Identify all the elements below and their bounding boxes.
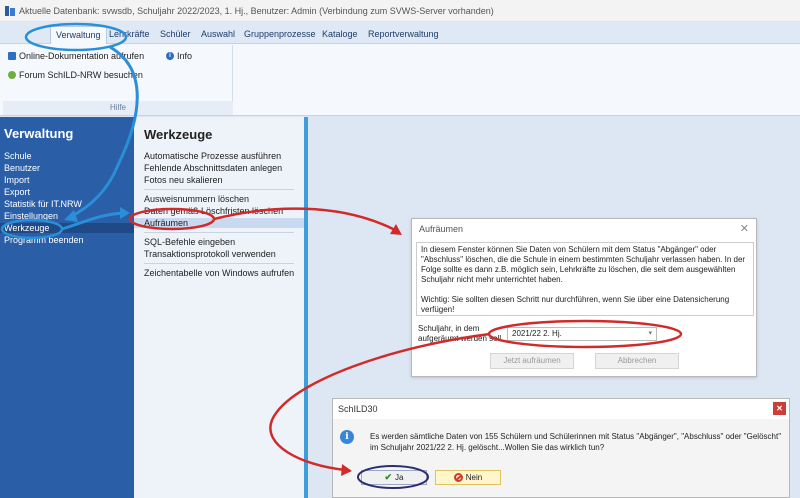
nein-button[interactable]: Nein	[435, 470, 501, 485]
cleanup-description-text: In diesem Fenster können Sie Daten von S…	[421, 245, 746, 284]
left-nav-title: Verwaltung	[4, 126, 74, 141]
tab-lehrkraefte[interactable]: Lehrkräfte	[104, 26, 155, 44]
abbrechen-button[interactable]: Abbrechen	[595, 353, 679, 369]
tool-ausweisnummern-loeschen[interactable]: Ausweisnummern löschen	[144, 194, 249, 204]
nav-item-import[interactable]: Import	[4, 175, 30, 185]
tools-title: Werkzeuge	[144, 127, 213, 142]
window-title: Aktuelle Datenbank: svwsdb, Schuljahr 20…	[19, 5, 494, 16]
tools-panel: Werkzeuge Automatische Prozesse ausführe…	[134, 117, 304, 498]
window-titlebar: Aktuelle Datenbank: svwsdb, Schuljahr 20…	[0, 0, 800, 22]
tab-kataloge[interactable]: Kataloge	[317, 26, 363, 44]
checkmark-icon: ✔	[384, 472, 393, 482]
ribbon-panel: Online-Dokumentation aufrufen i Info For…	[0, 44, 800, 116]
cleanup-warning-text: Wichtig: Sie sollten diesen Schritt nur …	[421, 295, 730, 314]
ribbon-tabs: Verwaltung Lehrkräfte Schüler Auswahl Gr…	[0, 22, 800, 44]
tool-transaktionsprotokoll[interactable]: Transaktionsprotokoll verwenden	[144, 249, 276, 259]
tab-schueler[interactable]: Schüler	[155, 26, 196, 44]
ja-button[interactable]: ✔ Ja	[361, 470, 427, 485]
ja-label: Ja	[395, 473, 404, 482]
ribbon-group-hilfe: Online-Dokumentation aufrufen i Info For…	[3, 45, 233, 115]
confirm-message: Es werden sämtliche Daten von 155 Schüle…	[370, 432, 782, 452]
forum-icon	[8, 71, 16, 79]
forum-button[interactable]: Forum SchILD-NRW besuchen	[8, 70, 143, 80]
cleanup-dialog: Aufräumen ✕ In diesem Fenster können Sie…	[411, 218, 757, 377]
nav-item-programm-beenden[interactable]: Programm beenden	[4, 235, 84, 245]
cleanup-dialog-title: Aufräumen	[419, 224, 464, 234]
nav-item-export[interactable]: Export	[4, 187, 30, 197]
tool-zeichentabelle[interactable]: Zeichentabelle von Windows aufrufen	[144, 268, 294, 278]
tool-loeschfristen[interactable]: Daten gemäß Löschfristen löschen	[144, 206, 283, 216]
nav-item-statistik[interactable]: Statistik für IT.NRW	[4, 199, 82, 209]
nein-label: Nein	[465, 473, 483, 482]
app-icon	[4, 5, 16, 17]
arrowhead-tool-to-dialog	[390, 224, 402, 235]
online-doc-label: Online-Dokumentation aufrufen	[19, 51, 145, 61]
ribbon-group-label: Hilfe	[3, 101, 233, 115]
tool-aufraeumen[interactable]: Aufräumen	[134, 218, 304, 228]
forum-label: Forum SchILD-NRW besuchen	[19, 70, 143, 80]
info-icon: i	[340, 430, 354, 444]
left-nav: Verwaltung Schule Benutzer Import Export…	[0, 117, 134, 498]
nav-item-benutzer[interactable]: Benutzer	[4, 163, 40, 173]
tab-reportverwaltung[interactable]: Reportverwaltung	[363, 26, 444, 44]
tab-gruppenprozesse[interactable]: Gruppenprozesse	[239, 26, 321, 44]
panel-divider	[304, 117, 308, 498]
chevron-down-icon: ▾	[648, 330, 652, 337]
tab-verwaltung[interactable]: Verwaltung	[50, 26, 107, 44]
info-icon: i	[166, 52, 174, 60]
nav-item-schule[interactable]: Schule	[4, 151, 32, 161]
tool-fehlende-abschnittsdaten[interactable]: Fehlende Abschnittsdaten anlegen	[144, 163, 282, 173]
nav-item-werkzeuge[interactable]: Werkzeuge	[0, 223, 134, 233]
schuljahr-label: Schuljahr, in dem aufgeräumt werden soll	[418, 324, 502, 343]
jetzt-aufraeumen-button[interactable]: Jetzt aufräumen	[490, 353, 574, 369]
cleanup-description: In diesem Fenster können Sie Daten von S…	[416, 242, 754, 316]
confirm-dialog: SchILD30 ✕ i Es werden sämtliche Daten v…	[332, 398, 790, 498]
info-button[interactable]: i Info	[166, 51, 192, 61]
close-icon[interactable]: ✕	[740, 222, 749, 235]
confirm-dialog-title: SchILD30	[338, 404, 378, 414]
book-icon	[8, 52, 16, 60]
tool-sql-befehle[interactable]: SQL-Befehle eingeben	[144, 237, 235, 247]
nav-item-einstellungen[interactable]: Einstellungen	[4, 211, 58, 221]
tool-automatische-prozesse[interactable]: Automatische Prozesse ausführen	[144, 151, 281, 161]
close-icon[interactable]: ✕	[773, 402, 786, 415]
schuljahr-value: 2021/22 2. Hj.	[512, 329, 562, 338]
online-doc-button[interactable]: Online-Dokumentation aufrufen	[8, 51, 144, 61]
tools-separator	[144, 189, 294, 190]
tools-separator	[144, 232, 294, 233]
confirm-dialog-header: SchILD30 ✕	[333, 399, 789, 419]
info-label: Info	[177, 51, 193, 61]
tool-fotos-skalieren[interactable]: Fotos neu skalieren	[144, 175, 223, 185]
tools-separator	[144, 263, 294, 264]
tab-auswahl[interactable]: Auswahl	[196, 26, 240, 44]
schuljahr-select[interactable]: 2021/22 2. Hj. ▾	[507, 327, 657, 341]
cancel-icon	[453, 473, 463, 482]
